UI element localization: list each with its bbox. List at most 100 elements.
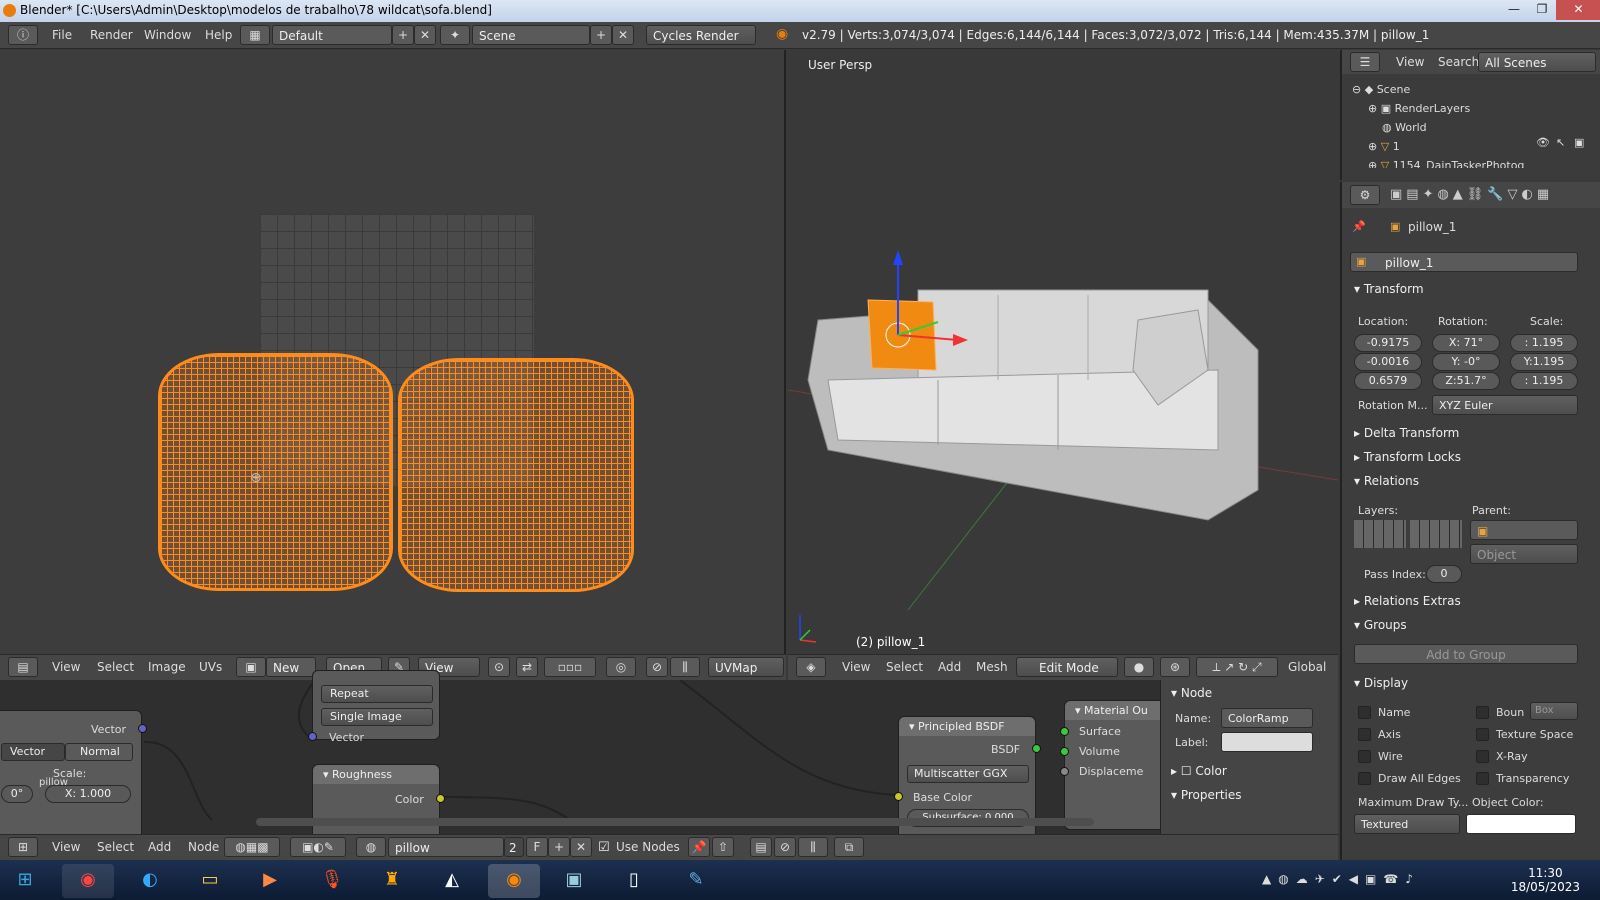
material-output-node[interactable]: ▾ Material Ou Surface Volume Displaceme bbox=[1060, 700, 1174, 830]
outliner-filter-dropdown[interactable]: All Scenes bbox=[1478, 52, 1596, 72]
snap-icon[interactable]: ⊘ bbox=[646, 657, 668, 677]
snap-target-icon[interactable]: ⫼ bbox=[670, 657, 700, 677]
outliner-menu-view[interactable]: View bbox=[1396, 55, 1424, 69]
relations-extras-panel-header[interactable]: ▸ Relations Extras bbox=[1354, 594, 1461, 608]
node-editor[interactable]: Vector Vector Normal Scale: pillow 0° X:… bbox=[0, 670, 1174, 846]
node-editor-type-icon[interactable]: ⊞ bbox=[8, 837, 38, 857]
parent-type-dropdown[interactable]: Object bbox=[1470, 544, 1578, 564]
material-browse-icon[interactable]: ◍ bbox=[356, 837, 386, 857]
display-texture-space-checkbox[interactable] bbox=[1476, 728, 1489, 741]
parent-node-icon[interactable]: ⇧ bbox=[712, 837, 734, 857]
display-wire-checkbox[interactable] bbox=[1358, 750, 1371, 763]
uv-menu-uvs[interactable]: UVs bbox=[199, 660, 222, 674]
layers-grid-2[interactable] bbox=[1410, 520, 1462, 548]
outliner-menu-search[interactable]: Search bbox=[1438, 55, 1479, 69]
outliner-item-1[interactable]: ⊕ ▽ 1 bbox=[1352, 137, 1524, 156]
uvmap-dropdown[interactable]: UVMap bbox=[708, 657, 784, 677]
rotation-y-field[interactable]: Y: -0° bbox=[1432, 353, 1500, 371]
outliner-item-renderlayers[interactable]: ⊕ ▣ RenderLayers bbox=[1352, 99, 1524, 118]
properties-panel-header[interactable]: ▾ Properties bbox=[1171, 788, 1242, 802]
scene-field[interactable]: Scene bbox=[472, 25, 590, 45]
vp-menu-mesh[interactable]: Mesh bbox=[976, 660, 1008, 674]
media-player-icon[interactable]: ▶ bbox=[244, 864, 296, 898]
node-panel-header[interactable]: ▾ Node bbox=[1171, 686, 1212, 700]
mapping-node[interactable]: Vector Vector Normal Scale: pillow 0° X:… bbox=[0, 710, 147, 840]
maximize-button[interactable]: ❐ bbox=[1528, 0, 1556, 20]
outliner[interactable]: ☰ View Search All Scenes ⊖ ◆ Scene ⊕ ▣ R… bbox=[1340, 50, 1600, 180]
select-cursor-icon[interactable]: ↖ bbox=[1556, 136, 1565, 149]
display-axis-checkbox[interactable] bbox=[1358, 728, 1371, 741]
scale-y-field[interactable]: Y:1.195 bbox=[1510, 353, 1578, 371]
select-mode-icons[interactable]: ▫▫▫ bbox=[544, 657, 596, 677]
delta-transform-panel-header[interactable]: ▸ Delta Transform bbox=[1354, 426, 1459, 440]
vector-mode-button[interactable]: Vector bbox=[1, 743, 65, 761]
uv-island-right[interactable] bbox=[398, 358, 634, 592]
proportional-edit-icon[interactable]: ◎ bbox=[606, 657, 636, 677]
document-icon[interactable]: ▯ bbox=[608, 864, 660, 898]
rotation-x-field[interactable]: X: 71° bbox=[1432, 334, 1500, 352]
scale-x-field[interactable]: X: 1.000 bbox=[45, 785, 131, 803]
add-material-icon[interactable]: + bbox=[548, 837, 570, 857]
material-name-field[interactable]: pillow bbox=[388, 837, 504, 857]
properties-editor[interactable]: ⚙ ▣▤✦◍▲⛓🔧▽◐▦ 📌 ▣ pillow_1 pillow_1 ▣ ▾ T… bbox=[1340, 182, 1600, 860]
volume-socket[interactable] bbox=[1060, 747, 1069, 756]
menu-help[interactable]: Help bbox=[205, 28, 232, 42]
uv-image-editor[interactable]: ⊕ bbox=[0, 50, 786, 654]
distribution-dropdown[interactable]: Multiscatter GGX bbox=[907, 765, 1029, 783]
node-label-field[interactable] bbox=[1221, 732, 1313, 752]
uv-island-left[interactable] bbox=[158, 353, 393, 591]
uv-menu-view[interactable]: View bbox=[52, 660, 80, 674]
rotation-partial-field[interactable]: 0° bbox=[1, 785, 33, 803]
system-tray-icons[interactable]: ▲◍☁✈✔◀▣☎♪ bbox=[1262, 872, 1420, 886]
groups-panel-header[interactable]: ▾ Groups bbox=[1354, 618, 1407, 632]
eye-icon[interactable]: 👁 bbox=[1536, 136, 1550, 149]
mode-dropdown[interactable]: Edit Mode bbox=[1016, 657, 1118, 677]
start-button-icon[interactable]: ⊞ bbox=[2, 864, 48, 898]
pivot-icon[interactable]: ⊙ bbox=[488, 657, 510, 677]
scene-icon[interactable]: ✦ bbox=[440, 25, 470, 45]
display-draw-all-edges-checkbox[interactable] bbox=[1358, 772, 1371, 785]
fake-user-button[interactable]: F bbox=[526, 837, 548, 857]
node-name-field[interactable]: ColorRamp bbox=[1221, 708, 1313, 728]
shading-icon[interactable]: ● bbox=[1124, 657, 1154, 677]
display-name-checkbox[interactable] bbox=[1358, 706, 1371, 719]
rotation-z-field[interactable]: Z:51.7° bbox=[1432, 372, 1500, 390]
color-panel-header[interactable]: ▸ ☐ Color bbox=[1171, 764, 1227, 778]
remove-scene-icon[interactable]: ✕ bbox=[612, 25, 634, 45]
render-engine-dropdown[interactable]: Cycles Render bbox=[646, 25, 756, 45]
node-editor-scrollbar[interactable] bbox=[256, 818, 1094, 826]
node-menu-select[interactable]: Select bbox=[97, 840, 134, 854]
scale-x-field[interactable]: : 1.195 bbox=[1510, 334, 1578, 352]
blender-taskbar-icon[interactable]: ◉ bbox=[488, 864, 540, 898]
uv-menu-image[interactable]: Image bbox=[148, 660, 186, 674]
material-users-count[interactable]: 2 bbox=[504, 837, 524, 857]
minimize-button[interactable]: — bbox=[1500, 0, 1528, 20]
unlink-material-icon[interactable]: ✕ bbox=[570, 837, 592, 857]
remove-layout-icon[interactable]: ✕ bbox=[414, 25, 436, 45]
2d-cursor-icon[interactable]: ⊕ bbox=[250, 470, 262, 486]
object-color-swatch[interactable] bbox=[1466, 814, 1576, 834]
sync-selection-icon[interactable]: ⇄ bbox=[516, 657, 538, 677]
display-panel-header[interactable]: ▾ Display bbox=[1354, 676, 1408, 690]
vp-menu-select[interactable]: Select bbox=[886, 660, 923, 674]
layout-field[interactable]: Default bbox=[272, 25, 392, 45]
close-button[interactable]: ✕ bbox=[1556, 0, 1600, 20]
node-menu-node[interactable]: Node bbox=[188, 840, 219, 854]
menu-window[interactable]: Window bbox=[144, 28, 191, 42]
file-explorer-icon[interactable]: ▭ bbox=[184, 864, 236, 898]
properties-tabs-icons[interactable]: ▣▤✦◍▲⛓🔧▽◐▦ bbox=[1390, 187, 1553, 202]
taskbar-clock[interactable]: 11:30 18/05/2023 bbox=[1511, 866, 1580, 894]
add-to-group-button[interactable]: Add to Group bbox=[1354, 644, 1578, 664]
3d-viewport[interactable]: User Persp (2) pillow_1 bbox=[788, 50, 1338, 654]
game-icon[interactable]: ♜ bbox=[366, 864, 418, 898]
shader-object-icons[interactable]: ▣◐✎ bbox=[290, 837, 346, 857]
app-icon[interactable]: ▣ bbox=[548, 864, 600, 898]
editor-type-icon[interactable]: ⓘ bbox=[8, 25, 38, 45]
transform-orientation[interactable]: Global bbox=[1288, 660, 1326, 674]
snap-element-icon[interactable]: ⫼ bbox=[798, 837, 828, 857]
location-y-field[interactable]: -0.0016 bbox=[1354, 353, 1422, 371]
surface-socket[interactable] bbox=[1060, 727, 1069, 736]
backdrop-icon[interactable]: ▤ bbox=[750, 837, 772, 857]
menu-file[interactable]: File bbox=[52, 28, 72, 42]
outliner-item-dain[interactable]: ⊕ ▽ 1154_DainTaskerPhotog bbox=[1352, 156, 1524, 168]
